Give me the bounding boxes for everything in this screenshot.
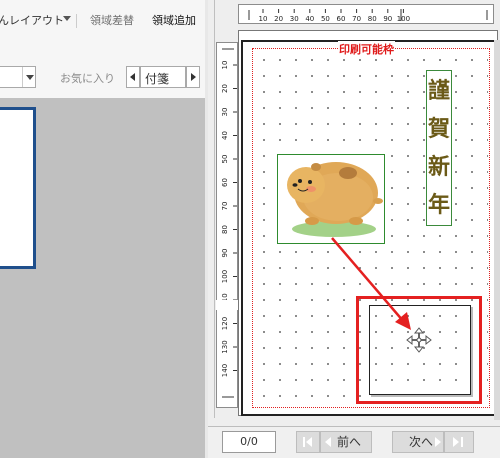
skip-to-start-icon-arrow: [306, 437, 312, 447]
ribbon-commands: んレイアウト 領域差替 領域追加: [0, 12, 208, 30]
pager-bar: 0/0 前へ 次へ: [208, 426, 500, 458]
next-label: 次へ: [409, 435, 434, 449]
left-pane: んレイアウト 領域差替 領域追加 お気に入り 付箋: [0, 0, 208, 458]
drag-arrow-line: [331, 237, 405, 323]
chevron-down-icon[interactable]: [63, 16, 71, 21]
tag-next-button[interactable]: [186, 66, 200, 88]
chevron-left-icon: [130, 73, 135, 81]
last-page-button[interactable]: [444, 431, 474, 453]
skip-to-end-icon-bar: [461, 437, 463, 447]
first-page-button[interactable]: [296, 431, 320, 453]
prev-page-button[interactable]: 前へ: [320, 431, 372, 453]
chevron-right-icon: [435, 437, 441, 447]
ribbon-toolbar: お気に入り 付箋: [0, 66, 208, 88]
tag-prev-button[interactable]: [126, 66, 140, 88]
ribbon: んレイアウト 領域差替 領域追加 お気に入り 付箋: [0, 0, 208, 98]
layout-menu[interactable]: んレイアウト: [0, 12, 64, 28]
chevron-down-icon[interactable]: [22, 67, 35, 87]
tag-select[interactable]: 付箋: [140, 66, 186, 88]
zoom-combo[interactable]: [0, 66, 36, 88]
editor-pane: 10 20 30 40 50 60 70 80 90 100 10 20 30 40 50 60 70 80 90…: [208, 0, 500, 458]
chevron-left-icon: [325, 437, 331, 447]
skip-to-start-icon: [303, 437, 305, 447]
document-thumbnail[interactable]: [0, 107, 36, 269]
ribbon-divider: [76, 14, 77, 28]
region-swap-button[interactable]: 領域差替: [90, 12, 134, 28]
drag-arrow-overlay: [331, 237, 432, 353]
skip-to-end-icon: [453, 437, 459, 447]
favorites-label: お気に入り: [60, 72, 115, 85]
region-add-button[interactable]: 領域追加: [152, 12, 196, 28]
move-cursor-icon: [406, 327, 432, 353]
vertical-scrollbar[interactable]: [494, 40, 500, 420]
page-counter: 0/0: [222, 431, 276, 453]
next-page-button[interactable]: 次へ: [392, 431, 444, 453]
app-window: んレイアウト 領域差替 領域追加 お気に入り 付箋 10 20 30 40 50…: [0, 0, 500, 458]
prev-label: 前へ: [337, 435, 362, 449]
chevron-right-icon: [191, 73, 196, 81]
